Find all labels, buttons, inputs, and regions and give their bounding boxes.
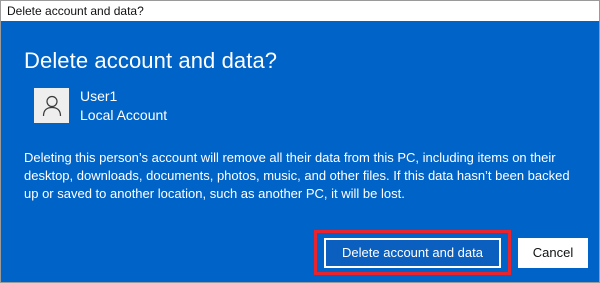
person-icon: [42, 95, 61, 116]
user-card: User1 Local Account: [34, 88, 167, 125]
window-title-bar: Delete account and data?: [1, 1, 599, 21]
user-name: User1: [80, 88, 118, 104]
delete-account-button[interactable]: Delete account and data: [324, 238, 501, 268]
dialog-heading: Delete account and data?: [24, 48, 278, 73]
dialog-window: Delete account and data? Delete account …: [0, 0, 600, 283]
cancel-button[interactable]: Cancel: [518, 238, 588, 268]
account-type: Local Account: [80, 107, 168, 123]
delete-account-dialog: Delete account and data? User1 Local Acc…: [1, 21, 599, 282]
window-title: Delete account and data?: [7, 4, 144, 18]
user-details: User1 Local Account: [80, 87, 167, 125]
warning-message: Deleting this person’s account will remo…: [24, 150, 570, 201]
avatar: [34, 88, 69, 123]
